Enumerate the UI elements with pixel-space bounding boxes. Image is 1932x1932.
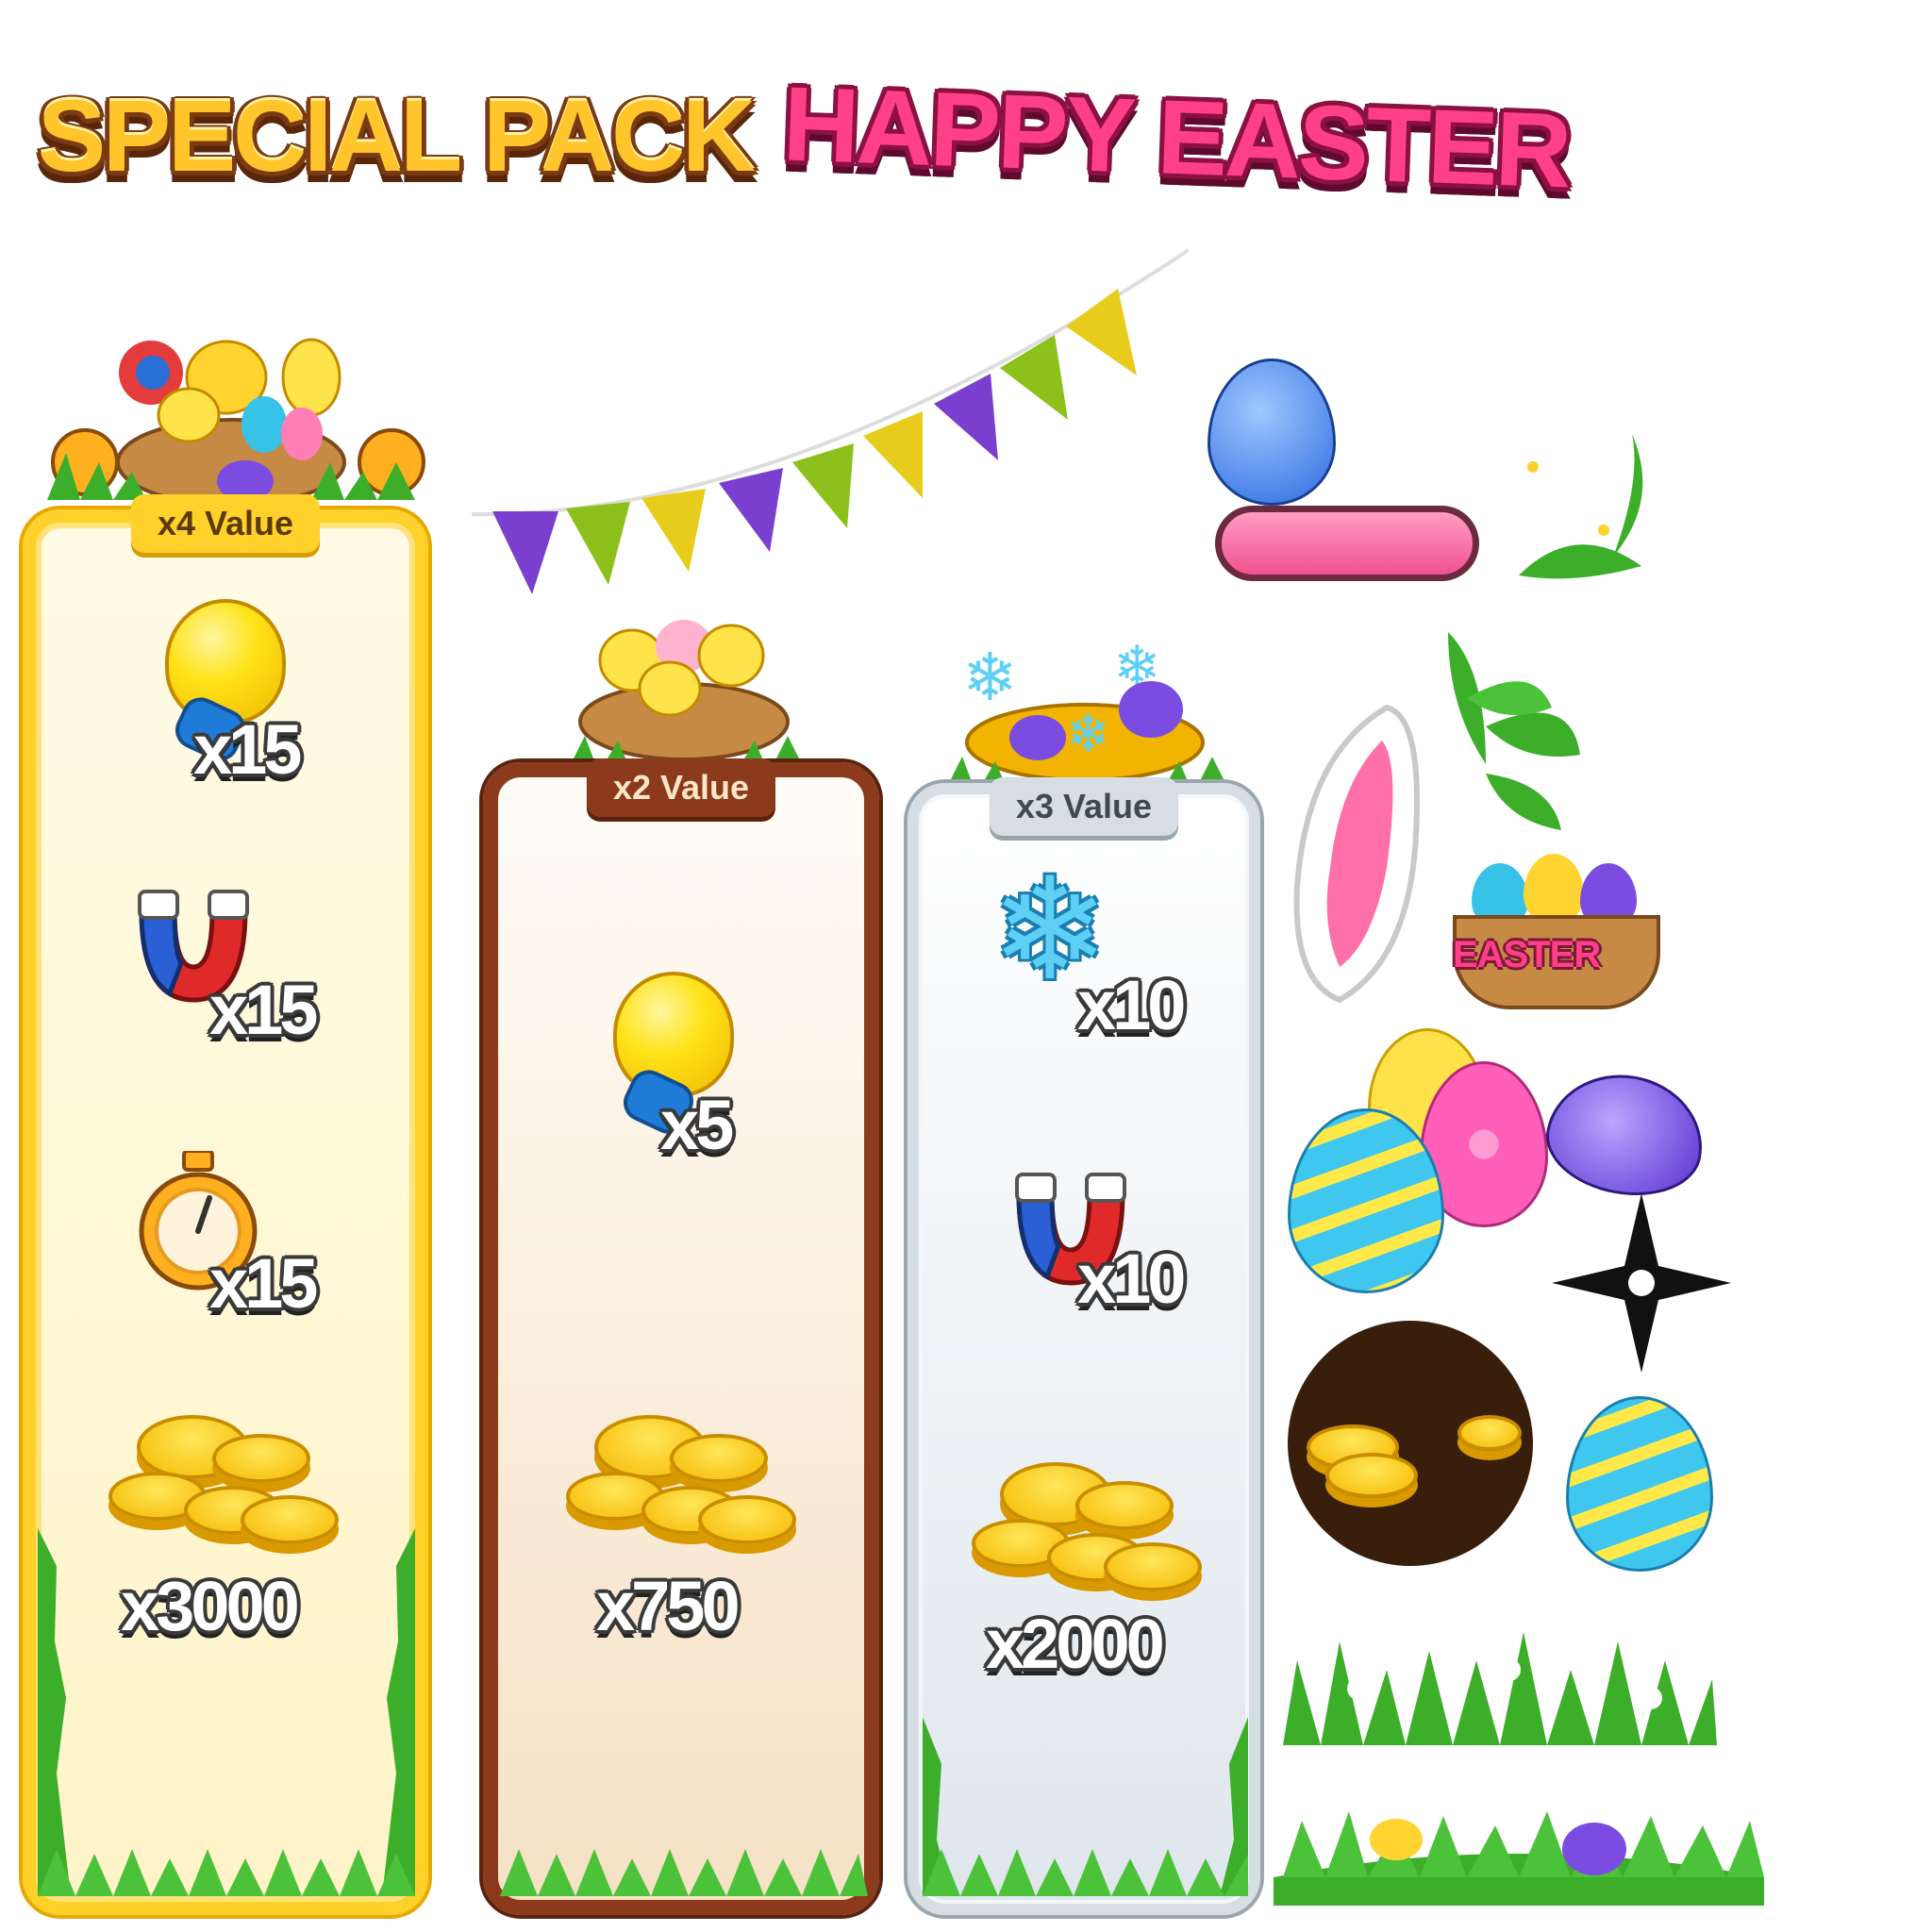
zigzag-egg-small-icon [1566, 1396, 1713, 1572]
coins-icon [557, 1396, 796, 1557]
pack-card-x2[interactable]: x2 Value [483, 758, 879, 1915]
bunting-banner [472, 248, 1191, 594]
item-qty: x15 [209, 971, 318, 1049]
blue-egg-icon [1208, 358, 1336, 506]
item-qty: x5 [660, 1086, 734, 1164]
value-tab-x4: x4 Value [130, 494, 321, 553]
easter-basket-label: EASTER [1453, 934, 1601, 975]
grass-strip-large [1283, 1632, 1717, 1745]
item-qty: x15 [193, 710, 302, 789]
grass-strip-eggs [1274, 1811, 1764, 1906]
item-qty: x10 [1077, 966, 1186, 1044]
title-happy-easter: HAPPY EASTER [781, 64, 1572, 210]
egg-basket-decoration [47, 338, 425, 507]
item-qty: x2000 [986, 1605, 1165, 1683]
easter-basket-icon [1443, 844, 1670, 1014]
grass-border-decoration [500, 1849, 868, 1896]
leaf-sprig-icon [1518, 434, 1643, 579]
purple-egg-icon [1538, 1062, 1713, 1208]
grass-border-decoration [923, 1717, 1248, 1896]
grass-border-decoration [38, 1528, 415, 1896]
progress-bar-pink [1215, 506, 1479, 581]
svg-text:❄: ❄ [1066, 704, 1110, 765]
svg-text:❄: ❄ [962, 639, 1018, 716]
sparkle-star-icon [1552, 1193, 1731, 1373]
egg-basket-decoration: ❄ ❄ ❄ [943, 634, 1231, 794]
egg-basket-decoration [566, 620, 807, 774]
item-qty: x15 [209, 1244, 318, 1323]
bunny-ear-icon [1293, 704, 1420, 1004]
coins-icon [962, 1443, 1202, 1604]
value-tab-x2: x2 Value [586, 758, 776, 817]
item-qty: x10 [1077, 1240, 1186, 1318]
item-qty: x750 [596, 1567, 741, 1645]
value-tab-x3: x3 Value [989, 777, 1179, 836]
leaves-icon [1448, 632, 1580, 830]
coin-hole-icon [1288, 1321, 1533, 1566]
title-special-pack: SPECIAL PACK [38, 78, 756, 192]
